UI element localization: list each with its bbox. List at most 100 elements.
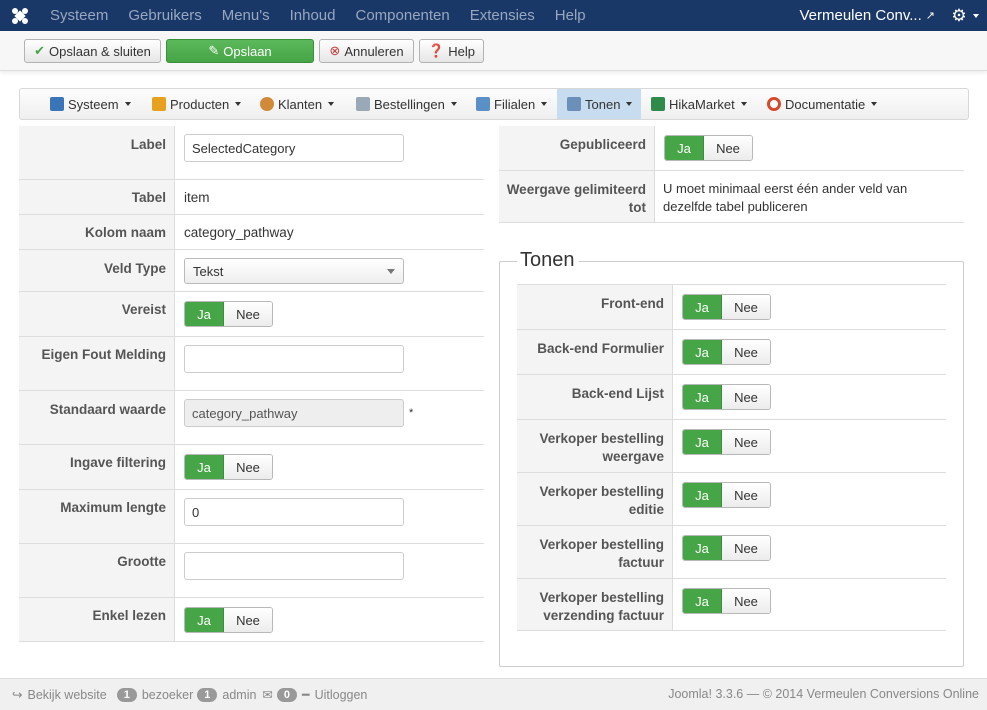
hika-menu-systeem[interactable]: Systeem xyxy=(50,89,131,119)
required-no[interactable]: Nee xyxy=(224,302,272,326)
external-link-icon: ↪ xyxy=(12,688,23,702)
published-yes[interactable]: Ja xyxy=(665,136,704,160)
readonly-no[interactable]: Nee xyxy=(224,608,272,632)
display-no[interactable]: Nee xyxy=(722,340,770,364)
input-filtering-yes[interactable]: Ja xyxy=(185,455,224,479)
display-legend: Tonen xyxy=(517,249,579,272)
fieldtype-select[interactable]: Tekst xyxy=(184,258,404,284)
display-yes[interactable]: Ja xyxy=(683,340,722,364)
joomla-logo-icon[interactable] xyxy=(0,0,40,31)
box-icon xyxy=(152,97,166,111)
input-filtering-toggle: Ja Nee xyxy=(184,454,273,480)
save-button[interactable]: ✎ Opslaan xyxy=(166,39,314,63)
display-yes[interactable]: Ja xyxy=(683,430,722,454)
hika-menu-documentatie[interactable]: Documentatie xyxy=(767,89,878,119)
hika-menu-producten[interactable]: Producten xyxy=(152,89,242,119)
readonly-toggle: Ja Nee xyxy=(184,607,273,633)
orders-icon xyxy=(356,97,370,111)
visitors-badge: 1 xyxy=(116,687,137,702)
display-toggle: Ja Nee xyxy=(682,294,771,320)
display-no[interactable]: Nee xyxy=(722,589,770,613)
form-row-size: Grootte xyxy=(19,544,484,598)
help-label: Help xyxy=(448,43,475,59)
display-no[interactable]: Nee xyxy=(722,430,770,454)
required-yes[interactable]: Ja xyxy=(185,302,224,326)
display-no[interactable]: Nee xyxy=(722,385,770,409)
site-link[interactable]: Vermeulen Conv... ↗ xyxy=(799,7,943,24)
size-input[interactable] xyxy=(184,552,404,580)
fieldtype-value: Tekst xyxy=(193,264,224,279)
display-row: Verkoper bestelling weergave Ja Nee xyxy=(517,419,946,472)
view-site-link[interactable]: ↪ Bekijk website xyxy=(12,687,107,703)
hika-menu-label: Documentatie xyxy=(785,96,866,112)
logout-link[interactable]: ━ Uitloggen xyxy=(302,687,367,703)
view-site-label: Bekijk website xyxy=(27,687,107,702)
hika-menu-label: Filialen xyxy=(494,96,536,112)
hika-menu-klanten[interactable]: Klanten xyxy=(260,89,335,119)
hika-menu-bestellingen[interactable]: Bestellingen xyxy=(356,89,457,119)
display-yes[interactable]: Ja xyxy=(683,589,722,613)
label-input[interactable]: SelectedCategory xyxy=(184,134,404,162)
hika-menu-hikamarket[interactable]: HikaMarket xyxy=(651,89,747,119)
form-row-published: Gepubliceerd Ja Nee xyxy=(499,126,964,171)
display-row: Back-end Lijst Ja Nee xyxy=(517,374,946,419)
top-menu-gebruikers[interactable]: Gebruikers xyxy=(118,0,211,31)
hika-menu-filialen[interactable]: Filialen xyxy=(476,89,548,119)
input-filtering-no[interactable]: Nee xyxy=(224,455,272,479)
field-label: Eigen Fout Melding xyxy=(19,337,175,390)
gear-icon[interactable]: ⚙ xyxy=(943,0,987,31)
display-toggle: Ja Nee xyxy=(682,535,771,561)
display-no[interactable]: Nee xyxy=(722,295,770,319)
field-label: Front-end xyxy=(517,285,673,329)
top-menu-menus[interactable]: Menu's xyxy=(212,0,280,31)
cancel-label: Annuleren xyxy=(344,43,404,59)
display-toggle: Ja Nee xyxy=(682,429,771,455)
field-label: Standaard waarde xyxy=(19,391,175,444)
save-close-button[interactable]: ✔ Opslaan & sluiten xyxy=(24,39,161,63)
field-label: Verkoper bestelling weergave xyxy=(517,420,673,472)
display-toggle: Ja Nee xyxy=(682,482,771,508)
display-no[interactable]: Nee xyxy=(722,536,770,560)
form-row-max-length: Maximum lengte 0 xyxy=(19,490,484,544)
readonly-yes[interactable]: Ja xyxy=(185,608,224,632)
chevron-down-icon xyxy=(387,269,395,274)
admin-badge: 1 xyxy=(197,687,218,702)
max-length-input[interactable]: 0 xyxy=(184,498,404,526)
default-value-input[interactable]: category_pathway xyxy=(184,399,404,427)
display-yes[interactable]: Ja xyxy=(683,483,722,507)
footer-right: Joomla! 3.3.6 — © 2014 Vermeulen Convers… xyxy=(668,687,979,701)
top-menu-help[interactable]: Help xyxy=(545,0,596,31)
field-label: Ingave filtering xyxy=(19,445,175,489)
display-yes[interactable]: Ja xyxy=(683,536,722,560)
hika-menu-tonen[interactable]: Tonen xyxy=(557,89,641,119)
field-label: Veld Type xyxy=(19,250,175,291)
display-yes[interactable]: Ja xyxy=(683,385,722,409)
help-button[interactable]: ❓ Help xyxy=(419,39,484,63)
display-yes[interactable]: Ja xyxy=(683,295,722,319)
messages-badge: 0 xyxy=(276,687,298,702)
top-menu-componenten[interactable]: Componenten xyxy=(346,0,460,31)
custom-error-input[interactable] xyxy=(184,345,404,373)
mail-icon: ✉ xyxy=(262,688,273,702)
hika-menu-label: Tonen xyxy=(585,96,621,112)
cancel-button[interactable]: ⊗ Annuleren xyxy=(319,39,414,63)
form-row-readonly: Enkel lezen Ja Nee xyxy=(19,598,484,642)
hika-menu-label: Klanten xyxy=(278,96,323,112)
top-menu-systeem[interactable]: Systeem xyxy=(40,0,118,31)
field-label: Verkoper bestelling editie xyxy=(517,473,673,525)
check-icon: ✔ xyxy=(34,43,45,58)
top-menu-inhoud[interactable]: Inhoud xyxy=(280,0,346,31)
field-label: Maximum lengte xyxy=(19,490,175,543)
required-toggle: Ja Nee xyxy=(184,301,273,327)
field-label: Tabel xyxy=(19,180,175,214)
external-link-icon: ↗ xyxy=(925,10,935,22)
top-menu-extensies[interactable]: Extensies xyxy=(460,0,545,31)
hikamarket-icon xyxy=(651,97,665,111)
published-toggle: Ja Nee xyxy=(664,135,753,161)
display-no[interactable]: Nee xyxy=(722,483,770,507)
display-icon xyxy=(567,97,581,111)
published-no[interactable]: Nee xyxy=(704,136,752,160)
form-row-label: Label SelectedCategory xyxy=(19,126,484,180)
display-row: Verkoper bestelling factuur Ja Nee xyxy=(517,525,946,578)
visitors-label: bezoeker xyxy=(141,687,194,702)
